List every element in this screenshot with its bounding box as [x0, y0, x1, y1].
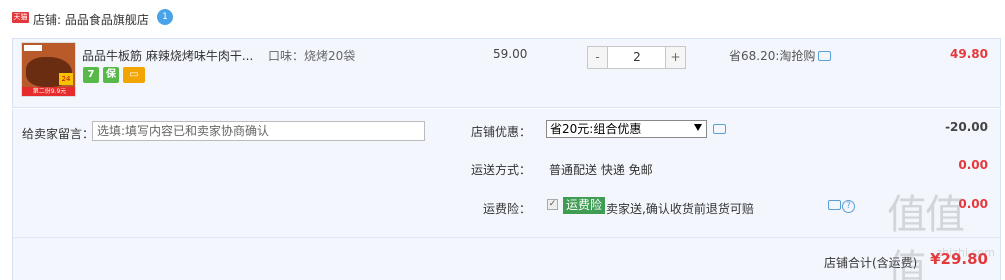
thumb-logo [24, 45, 42, 51]
seven-day-return-icon[interactable]: 7 [83, 67, 99, 83]
insurance-info-icon[interactable] [828, 200, 841, 210]
product-title-link[interactable]: 品品牛板筋 麻辣烧烤味牛肉干... [82, 47, 253, 64]
insurance-badge: 运费险 [563, 197, 606, 214]
tmall-icon: 天猫 [12, 12, 29, 23]
insurance-label: 运费险： [482, 202, 531, 216]
promo-info-icon[interactable] [818, 51, 831, 61]
cart-item-row: 24 第二份9.9元 品品牛板筋 麻辣烧烤味牛肉干... 口味：烧烤20袋 7 … [12, 38, 1001, 108]
quantity-stepper: - 2 + [587, 46, 686, 69]
thumb-badge: 24 [59, 73, 73, 85]
shop-discount-label: 店铺优惠： [470, 125, 531, 139]
wangwang-chat-icon[interactable]: 1 [157, 9, 173, 25]
shop-name[interactable]: 店铺: 品品食品旗舰店 [33, 11, 149, 28]
quantity-increase-button[interactable]: + [665, 47, 685, 68]
discount-selected-value: 省20元:组合优惠 [550, 122, 642, 136]
dropdown-arrow-icon [694, 124, 702, 131]
discount-amount: -20.00 [945, 120, 988, 134]
product-thumbnail[interactable]: 24 第二份9.9元 [21, 42, 76, 97]
thumb-banner: 第二份9.9元 [22, 87, 75, 96]
order-options-panel: 给卖家留言： 选填:填写内容已和卖家协商确认 店铺优惠： 省20元:组合优惠 -… [12, 109, 1001, 280]
promo-text: 省68.20:淘抢购 [729, 49, 816, 63]
shop-total-row: 店铺合计(含运费) ¥29.80 [13, 237, 1000, 280]
product-sku: 口味：烧烤20袋 [268, 49, 356, 63]
buyer-message-input[interactable]: 选填:填写内容已和卖家协商确认 [92, 121, 425, 141]
site-watermark-url: zhizhi.com [936, 246, 995, 259]
help-icon[interactable]: ? [842, 200, 855, 213]
item-subtotal: 49.80 [950, 47, 988, 61]
shipping-label: 运送方式： [470, 163, 531, 177]
shipping-amount: 0.00 [958, 158, 988, 172]
insurance-checkbox[interactable]: ✓ [547, 199, 558, 210]
credit-card-icon[interactable]: ▭ [123, 67, 145, 83]
quantity-input[interactable]: 2 [609, 47, 665, 68]
discount-info-icon[interactable] [713, 124, 726, 134]
insurance-description: 卖家送,确认收货前退货可赔 [606, 202, 754, 216]
buyer-message-label: 给卖家留言： [22, 127, 95, 141]
shipping-method: 普通配送 快递 免邮 [549, 163, 653, 177]
guarantee-icon[interactable]: 保 [103, 67, 119, 83]
site-watermark: 值值值 [887, 192, 965, 280]
shop-discount-select[interactable]: 省20元:组合优惠 [546, 120, 707, 138]
quantity-decrease-button[interactable]: - [588, 47, 608, 68]
unit-price: 59.00 [493, 47, 528, 61]
shop-header: 天猫 店铺: 品品食品旗舰店 1 [0, 0, 1005, 38]
